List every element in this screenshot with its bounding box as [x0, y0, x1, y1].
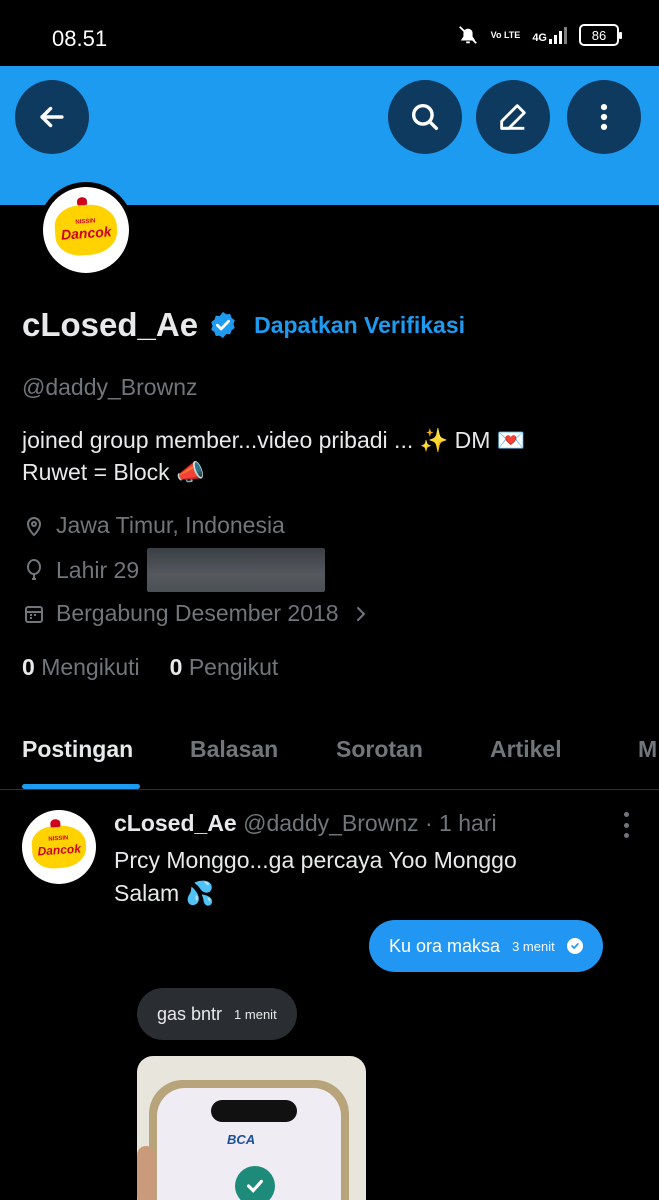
profile-handle: @daddy_Brownz — [22, 374, 198, 400]
location-row: Jawa Timur, Indonesia — [22, 512, 285, 539]
calendar-icon — [25, 605, 43, 623]
tab-balasan[interactable]: Balasan — [190, 736, 278, 763]
post-text-line: Prcy Monggo...ga percaya Yoo Monggo — [114, 847, 517, 873]
pencil-icon — [500, 104, 526, 130]
status-bar: 08.51 Vo LTE 4G 86 — [0, 0, 659, 66]
location-pin-icon — [26, 516, 42, 536]
search-button[interactable] — [388, 80, 462, 154]
phone-screen: BCA — [157, 1088, 341, 1200]
dancok-logo: NISSIN Dancok — [53, 196, 119, 258]
post-handle: @daddy_Brownz — [243, 810, 419, 836]
profile-tabs: Postingan Balasan Sorotan Artikel M — [0, 724, 659, 790]
bio-line: joined group member...video pribadi ... … — [22, 427, 526, 453]
profile-bio: joined group member...video pribadi ... … — [22, 424, 622, 488]
dancok-logo: NISSIN Dancok — [30, 818, 88, 870]
back-button[interactable] — [15, 80, 89, 154]
tab-media[interactable]: M — [638, 736, 657, 763]
post-author[interactable]: cLosed_Ae — [114, 810, 237, 836]
post-text-line: Salam 💦 — [114, 880, 215, 906]
post-header: cLosed_Ae @daddy_Brownz · 1 hari — [114, 810, 497, 837]
followers-stat[interactable]: 0 Pengikut — [170, 654, 279, 681]
bio-line: Ruwet = Block 📣 — [22, 459, 205, 485]
post[interactable]: NISSIN Dancok cLosed_Ae @daddy_Brownz · … — [0, 792, 659, 1200]
chat-bubble-received: gas bntr 1 menit — [137, 988, 297, 1040]
battery-indicator: 86 — [579, 24, 622, 46]
joined-text: Bergabung Desember 2018 — [56, 600, 339, 626]
display-name: cLosed_Ae — [22, 306, 199, 343]
followers-count: 0 — [169, 654, 183, 680]
post-avatar[interactable]: NISSIN Dancok — [22, 810, 96, 884]
signal-bars-icon — [549, 26, 567, 44]
search-icon — [411, 103, 439, 131]
birth-row: Lahir 29 — [22, 548, 326, 592]
chat-message: gas bntr — [157, 1003, 223, 1024]
logo-brand-name: Dancok — [60, 223, 112, 243]
avatar-image: NISSIN Dancok — [43, 187, 129, 273]
tab-artikel[interactable]: Artikel — [490, 736, 562, 763]
edit-button[interactable] — [476, 80, 550, 154]
balloon-icon — [27, 559, 41, 580]
phone-notch — [211, 1100, 297, 1122]
battery-level: 86 — [591, 27, 607, 43]
chat-time: 3 menit — [512, 938, 555, 954]
post-photo[interactable]: BCA — [137, 1056, 366, 1200]
network-type: 4G — [532, 32, 547, 44]
logo-brand-name: Dancok — [37, 841, 82, 859]
signal-indicator: 4G — [532, 26, 567, 44]
following-label: Mengikuti — [41, 654, 140, 680]
redacted-birthdate — [147, 548, 326, 592]
status-time: 08.51 — [52, 26, 108, 51]
get-verified-link[interactable]: Dapatkan Verifikasi — [254, 312, 465, 339]
phone-image: BCA — [149, 1080, 349, 1200]
read-check-icon — [566, 938, 583, 954]
profile-avatar[interactable]: NISSIN Dancok — [38, 182, 134, 278]
follow-stats: 0 Mengikuti 0 Pengikut — [22, 654, 278, 681]
arrow-left-icon — [40, 106, 64, 128]
chat-message: Ku ora maksa — [389, 935, 501, 956]
following-count: 0 — [22, 654, 35, 680]
finger-image — [137, 1146, 155, 1200]
birth-text: Lahir 29 — [56, 556, 140, 583]
volte-indicator: Vo LTE — [490, 30, 521, 40]
chat-time: 1 menit — [234, 1006, 277, 1022]
more-options-button[interactable] — [567, 80, 641, 154]
tab-sorotan[interactable]: Sorotan — [336, 736, 423, 763]
following-stat[interactable]: 0 Mengikuti — [22, 654, 140, 681]
bank-label: BCA — [227, 1132, 256, 1147]
status-icons: Vo LTE 4G 86 — [457, 24, 622, 46]
name-row: cLosed_Ae Dapatkan Verifikasi — [22, 306, 465, 344]
chat-bubble-sent: Ku ora maksa 3 menit — [369, 920, 603, 972]
bell-off-icon — [458, 26, 477, 44]
post-time: · 1 hari — [425, 810, 497, 836]
location-text: Jawa Timur, Indonesia — [56, 512, 285, 538]
followers-label: Pengikut — [188, 654, 279, 680]
tab-postingan[interactable]: Postingan — [22, 736, 133, 763]
active-tab-indicator — [22, 784, 140, 789]
logo-dot — [76, 196, 88, 206]
more-vertical-icon — [600, 103, 608, 131]
verified-badge-icon — [208, 310, 238, 340]
logo-dot — [50, 818, 61, 828]
success-check-icon — [235, 1166, 275, 1200]
post-text: Prcy Monggo...ga percaya Yoo Monggo Sala… — [114, 844, 634, 910]
post-more-icon[interactable] — [621, 812, 631, 838]
chevron-right-icon — [356, 606, 366, 621]
joined-row[interactable]: Bergabung Desember 2018 — [22, 600, 373, 627]
